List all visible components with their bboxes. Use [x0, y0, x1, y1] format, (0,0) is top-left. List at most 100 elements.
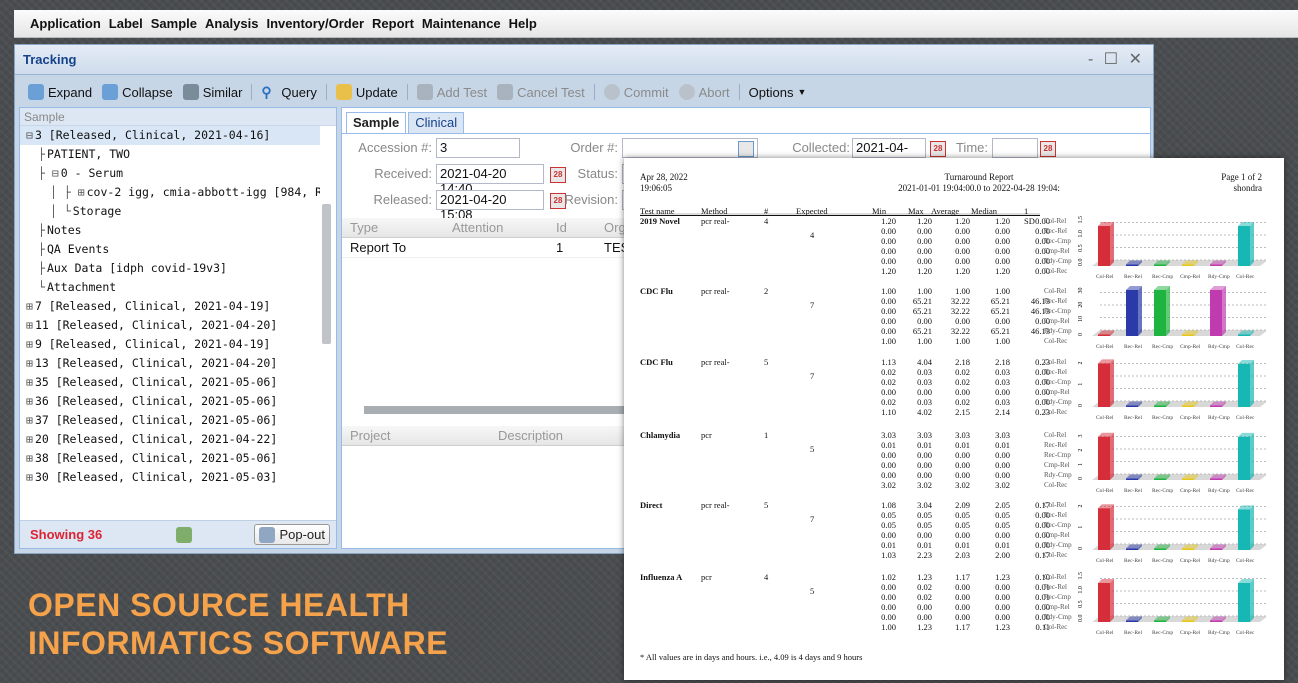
expand-node-icon[interactable]: ⊞	[26, 413, 33, 427]
expand-node-icon[interactable]: │ ├ ⊞	[50, 185, 85, 199]
expand-node-icon[interactable]: ⊞	[26, 470, 33, 484]
tree-node-label: Storage	[72, 204, 122, 218]
expand-node-icon[interactable]: ⊞	[26, 299, 33, 313]
tree-node-label: Aux Data [idph covid-19v3]	[46, 261, 227, 275]
tree-node[interactable]: ⊞ 9 [Released, Clinical, 2021-04-19]	[20, 335, 320, 354]
tab-sample[interactable]: Sample	[346, 112, 407, 134]
calendar-icon[interactable]: 28	[550, 167, 566, 183]
menu-sample[interactable]: Sample	[151, 16, 197, 31]
options-button[interactable]: Options ▼	[746, 85, 810, 100]
column-attention[interactable]: Attention	[452, 220, 503, 235]
menu-analysis[interactable]: Analysis	[205, 16, 258, 31]
commit-button[interactable]: Commit	[601, 84, 672, 100]
tree-node[interactable]: ├ QA Events	[20, 240, 320, 259]
tree-node-label: 38 [Released, Clinical, 2021-05-06]	[34, 451, 278, 465]
grid-horizontal-scrollbar[interactable]	[364, 406, 624, 414]
status-label: Status:	[577, 166, 618, 181]
abort-button[interactable]: Abort	[676, 84, 733, 100]
menu-help[interactable]: Help	[509, 16, 537, 31]
window-title-bar[interactable]: Tracking	[15, 45, 1153, 75]
calendar-icon[interactable]: 28	[1040, 141, 1056, 157]
expand-button[interactable]: Expand	[25, 84, 95, 100]
popout-button[interactable]: Pop-out	[254, 524, 330, 545]
collected-field[interactable]: 2021-04-16	[852, 138, 926, 170]
test-method: pcr real-	[701, 216, 730, 226]
stat-value: 1.20	[881, 216, 896, 226]
order-lookup-icon[interactable]	[738, 141, 754, 157]
query-button[interactable]: ⚲ Query	[258, 84, 319, 100]
expand-node-icon[interactable]: ⊞	[26, 451, 33, 465]
stat-value: 1.23	[995, 572, 1010, 582]
stat-column-max: 1.20 0.00 0.00 0.00 0.00 1.20	[908, 216, 932, 276]
stat-value: 65.21	[912, 326, 932, 336]
tree-node[interactable]: ⊞ 37 [Released, Clinical, 2021-05-06]	[20, 411, 320, 430]
column-id[interactable]: Id	[556, 220, 567, 235]
test-expected: 7	[810, 371, 815, 381]
test-method: pcr real-	[701, 286, 730, 296]
tree-node[interactable]: ⊟ 3 [Released, Clinical, 2021-04-16]	[20, 126, 320, 145]
collected-label: Collected:	[792, 140, 850, 155]
expand-node-icon[interactable]: ⊞	[26, 318, 33, 332]
report-title: Turnaround Report	[944, 172, 1014, 182]
collapse-node-icon[interactable]: ⊟	[26, 128, 33, 142]
column-project[interactable]: Project	[350, 428, 390, 443]
menu-maintenance[interactable]: Maintenance	[422, 16, 501, 31]
tree-node[interactable]: ⊞ 35 [Released, Clinical, 2021-05-06]	[20, 373, 320, 392]
tree-scrollbar[interactable]	[322, 204, 331, 344]
tree-node[interactable]: ├ Aux Data [idph covid-19v3]	[20, 259, 320, 278]
stat-value: 0.05	[955, 510, 970, 520]
time-field[interactable]	[992, 138, 1038, 158]
abort-label: Abort	[698, 84, 730, 100]
tree-node[interactable]: ⊞ 7 [Released, Clinical, 2021-04-19]	[20, 297, 320, 316]
tree-node[interactable]: ⊞ 30 [Released, Clinical, 2021-05-03]	[20, 468, 320, 487]
stat-column-med: 1.00 65.21 65.21 0.00 65.21 1.00	[986, 286, 1010, 346]
report-page-info: Page 1 of 2 shondra	[1221, 172, 1262, 194]
cancel-test-button[interactable]: Cancel Test	[494, 84, 588, 100]
stat-value: 0.00	[917, 530, 932, 540]
tree-node[interactable]: ⊞ 13 [Released, Clinical, 2021-04-20]	[20, 354, 320, 373]
chart-bar-side	[1222, 285, 1226, 336]
update-button[interactable]: Update	[333, 84, 401, 100]
expand-node-icon[interactable]: ⊞	[26, 432, 33, 446]
y-tick-label: 1	[1078, 463, 1084, 466]
add-test-button[interactable]: Add Test	[414, 84, 490, 100]
tree-node[interactable]: ├ PATIENT, TWO	[20, 145, 320, 164]
interval-label: Col-Rel	[1044, 287, 1067, 295]
tree-node[interactable]: ├ Notes	[20, 221, 320, 240]
sample-tree[interactable]: ⊟ 3 [Released, Clinical, 2021-04-16] ├ PATI…	[20, 126, 320, 494]
expand-node-icon[interactable]: ⊞	[26, 394, 33, 408]
header-expected: Expected	[796, 206, 828, 216]
tree-node[interactable]: │ ├ ⊞cov-2 igg, cmia-abbott-igg [984, Re…	[20, 183, 320, 202]
tree-node[interactable]: ⊞ 11 [Released, Clinical, 2021-04-20]	[20, 316, 320, 335]
tree-node[interactable]: ├ ⊟ 0 - Serum	[20, 164, 320, 183]
tree-node[interactable]: ⊞ 36 [Released, Clinical, 2021-05-06]	[20, 392, 320, 411]
similar-button[interactable]: Similar	[180, 84, 246, 100]
menu-label[interactable]: Label	[109, 16, 143, 31]
expand-node-icon[interactable]: ⊞	[26, 337, 33, 351]
menu-inventory-order[interactable]: Inventory/Order	[266, 16, 364, 31]
accession-field[interactable]: 3	[436, 138, 520, 158]
collapse-node-icon[interactable]: ├ ⊟	[38, 166, 59, 180]
tab-clinical[interactable]: Clinical	[408, 112, 465, 134]
refresh-icon[interactable]	[176, 527, 192, 543]
tree-node[interactable]: ⊞ 38 [Released, Clinical, 2021-05-06]	[20, 449, 320, 468]
chart-bar-front	[1182, 405, 1194, 407]
collapse-button[interactable]: Collapse	[99, 84, 176, 100]
expand-node-icon[interactable]: ⊞	[26, 375, 33, 389]
received-field[interactable]: 2021-04-20 14:40	[436, 164, 544, 196]
tree-node[interactable]: ⊞ 20 [Released, Clinical, 2021-04-22]	[20, 430, 320, 449]
tree-node[interactable]: │ └ Storage	[20, 202, 320, 221]
calendar-icon[interactable]: 28	[930, 141, 946, 157]
expand-node-icon[interactable]: ⊞	[26, 356, 33, 370]
stat-value: 0.00	[881, 602, 896, 612]
column-description[interactable]: Description	[498, 428, 563, 443]
window-controls[interactable]: - ☐ ✕	[1088, 49, 1145, 69]
chart-bar-front	[1238, 226, 1250, 266]
menu-report[interactable]: Report	[372, 16, 414, 31]
released-field[interactable]: 2021-04-20 15:08	[436, 190, 544, 222]
tree-node[interactable]: └ Attachment	[20, 278, 320, 297]
menu-application[interactable]: Application	[30, 16, 101, 31]
chart-bar-front	[1098, 436, 1110, 480]
column-type[interactable]: Type	[350, 220, 378, 235]
stat-value: 32.22	[950, 326, 970, 336]
